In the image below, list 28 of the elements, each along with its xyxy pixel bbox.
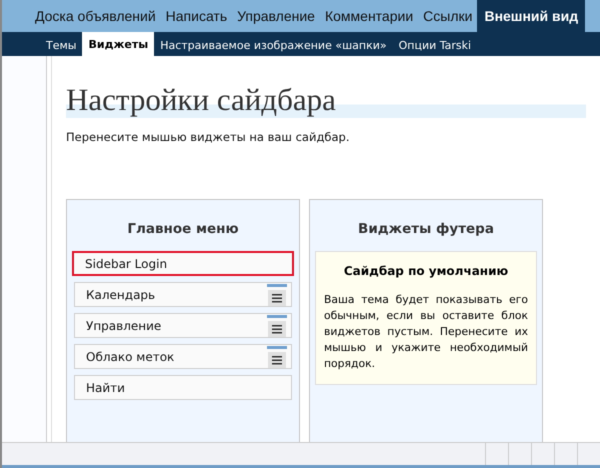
widget-item[interactable]: Найти	[74, 375, 292, 400]
menu-tab[interactable]: Написать	[160, 0, 232, 32]
drag-handle-icon[interactable]	[267, 315, 287, 337]
notice-text: Ваша тема будет показывать его обычным, если вы оставите блок виджетов пустым. Перенесите их мышью и укажите необходимый порядок.	[324, 292, 528, 372]
sidebar-title: Виджеты футера	[357, 221, 495, 237]
sidebar-title: Главное меню	[126, 221, 240, 237]
widget-item[interactable]: Календарь	[74, 282, 292, 307]
submenu-tab[interactable]: Опции Tarski	[392, 35, 478, 56]
submenu-tab[interactable]: Темы	[40, 35, 82, 56]
widget-label: Sidebar Login	[85, 256, 168, 270]
menu-tab[interactable]: Комментарии	[320, 0, 418, 32]
widget-label: Календарь	[86, 288, 156, 302]
widget-item[interactable]: Управление	[74, 313, 292, 338]
menu-tab[interactable]: Управление	[232, 0, 320, 32]
submenu-tab[interactable]: Настраиваемое изображение «шапки»	[154, 35, 393, 56]
widget-item[interactable]: Sidebar Login	[72, 251, 294, 276]
submenu-tab[interactable]: Виджеты	[82, 32, 154, 56]
widget-label: Облако меток	[86, 350, 174, 364]
menu-tab[interactable]: Доска объявлений	[30, 0, 161, 32]
instructions-text: Перенесите мышью виджеты на ваш сайдбар.	[66, 130, 350, 144]
widget-item[interactable]: Облако меток	[74, 344, 292, 369]
drag-handle-icon[interactable]	[267, 284, 287, 306]
notice-title: Сайдбар по умолчанию	[342, 264, 510, 278]
menu-tab[interactable]: Ссылки	[418, 0, 478, 32]
widget-label: Найти	[86, 380, 125, 394]
menu-tab[interactable]: Внешний вид	[477, 0, 586, 32]
widget-label: Управление	[86, 318, 162, 332]
drag-handle-icon[interactable]	[267, 346, 287, 368]
